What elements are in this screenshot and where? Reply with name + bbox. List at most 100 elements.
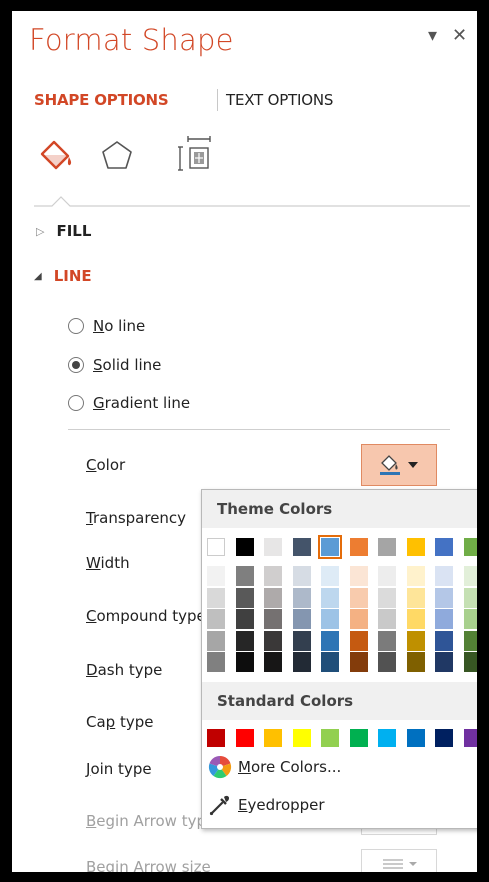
- theme-shade-swatch[interactable]: [321, 587, 339, 608]
- theme-shade-swatch[interactable]: [264, 587, 282, 608]
- theme-shade-swatch[interactable]: [435, 652, 453, 672]
- theme-shade-swatch[interactable]: [463, 609, 477, 629]
- theme-shade-swatch[interactable]: [349, 587, 368, 608]
- theme-shade-swatch[interactable]: [292, 652, 311, 672]
- theme-shade-swatch[interactable]: [264, 566, 282, 586]
- theme-shade-swatch[interactable]: [207, 609, 225, 629]
- theme-shade-swatch[interactable]: [207, 587, 225, 608]
- radio-gradient-line[interactable]: Gradient line: [68, 394, 190, 412]
- theme-shade-swatch[interactable]: [463, 587, 477, 608]
- fill-bucket-icon[interactable]: [38, 139, 74, 175]
- begin-arrow-size-button[interactable]: [361, 849, 437, 872]
- size-properties-icon[interactable]: [178, 135, 212, 177]
- eyedropper-menu-item[interactable]: Eyedropper: [208, 793, 325, 817]
- standard-color-swatch[interactable]: [463, 729, 477, 747]
- standard-color-swatch[interactable]: [292, 729, 311, 747]
- theme-shade-swatch[interactable]: [207, 566, 225, 586]
- tab-text-options[interactable]: TEXT OPTIONS: [226, 91, 333, 109]
- theme-shade-swatch[interactable]: [406, 566, 425, 586]
- format-shape-pane: Format Shape ▾ ✕ SHAPE OPTIONS TEXT OPTI…: [12, 11, 477, 872]
- theme-shade-swatch[interactable]: [435, 630, 453, 651]
- more-colors-label: More Colors...: [238, 758, 342, 776]
- radio-button[interactable]: [68, 395, 84, 411]
- theme-shade-swatch[interactable]: [264, 609, 282, 629]
- theme-shade-swatch[interactable]: [378, 630, 396, 651]
- width-label: Width: [86, 554, 130, 572]
- dash-type-label: Dash type: [86, 661, 163, 679]
- theme-shade-swatch[interactable]: [349, 652, 368, 672]
- theme-shade-swatch[interactable]: [292, 609, 311, 629]
- theme-color-swatch[interactable]: [318, 535, 342, 559]
- theme-shade-swatch[interactable]: [235, 609, 254, 629]
- standard-color-swatch[interactable]: [235, 729, 254, 747]
- pentagon-icon[interactable]: [100, 139, 134, 175]
- theme-shade-swatch[interactable]: [321, 630, 339, 651]
- standard-color-swatch[interactable]: [435, 729, 453, 747]
- standard-color-swatch[interactable]: [207, 729, 225, 747]
- theme-shade-swatch[interactable]: [264, 652, 282, 672]
- theme-shade-swatch[interactable]: [292, 587, 311, 608]
- theme-shade-swatch[interactable]: [321, 609, 339, 629]
- more-colors-menu-item[interactable]: More Colors...: [208, 755, 341, 779]
- theme-shade-swatch[interactable]: [435, 609, 453, 629]
- theme-shade-swatch[interactable]: [235, 630, 254, 651]
- theme-color-swatch[interactable]: [378, 538, 396, 556]
- theme-shade-swatch[interactable]: [463, 630, 477, 651]
- theme-color-swatch[interactable]: [463, 538, 477, 556]
- theme-shade-swatch[interactable]: [349, 566, 368, 586]
- theme-shade-swatch[interactable]: [264, 630, 282, 651]
- theme-color-swatch[interactable]: [264, 538, 282, 556]
- theme-shade-swatch[interactable]: [292, 630, 311, 651]
- theme-colors-heading: Theme Colors: [202, 490, 477, 528]
- theme-color-swatch[interactable]: [349, 538, 368, 556]
- standard-color-swatch[interactable]: [321, 729, 339, 747]
- theme-shade-swatch[interactable]: [235, 652, 254, 672]
- theme-shade-swatch[interactable]: [406, 652, 425, 672]
- theme-color-swatch[interactable]: [435, 538, 453, 556]
- theme-shade-swatch[interactable]: [406, 630, 425, 651]
- theme-shade-swatch[interactable]: [321, 566, 339, 586]
- join-type-label: Join type: [86, 760, 152, 778]
- close-icon[interactable]: ✕: [452, 25, 467, 46]
- theme-shade-swatch[interactable]: [406, 587, 425, 608]
- section-line[interactable]: ◢ LINE: [34, 267, 92, 285]
- theme-shade-swatch[interactable]: [406, 609, 425, 629]
- theme-color-swatch[interactable]: [292, 538, 311, 556]
- theme-shade-swatch[interactable]: [378, 652, 396, 672]
- color-dropdown-button[interactable]: [361, 444, 437, 486]
- theme-shade-swatch[interactable]: [349, 609, 368, 629]
- theme-shade-swatch[interactable]: [378, 566, 396, 586]
- theme-shade-swatch[interactable]: [235, 587, 254, 608]
- standard-color-swatch[interactable]: [349, 729, 368, 747]
- theme-shade-swatch[interactable]: [435, 587, 453, 608]
- tab-shape-options[interactable]: SHAPE OPTIONS: [34, 91, 169, 109]
- radio-no-line[interactable]: No line: [68, 317, 145, 335]
- pane-options-dropdown-icon[interactable]: ▾: [428, 25, 437, 46]
- theme-shade-swatch[interactable]: [321, 652, 339, 672]
- theme-color-swatch[interactable]: [207, 538, 225, 556]
- color-picker-dropdown: Theme Colors Standard Colors More Colors…: [201, 489, 477, 829]
- theme-shade-swatch[interactable]: [235, 566, 254, 586]
- section-fill[interactable]: ▷ FILL: [36, 222, 91, 240]
- theme-color-swatch[interactable]: [406, 538, 425, 556]
- color-label: Color: [86, 456, 126, 474]
- theme-shade-swatch[interactable]: [207, 630, 225, 651]
- radio-button[interactable]: [68, 318, 84, 334]
- theme-shade-swatch[interactable]: [463, 652, 477, 672]
- standard-color-swatch[interactable]: [378, 729, 396, 747]
- theme-shade-swatch[interactable]: [378, 587, 396, 608]
- radio-label: No line: [93, 317, 146, 335]
- theme-shade-swatch[interactable]: [349, 630, 368, 651]
- section-fill-label: FILL: [56, 222, 92, 240]
- theme-shade-swatch[interactable]: [207, 652, 225, 672]
- radio-button-selected[interactable]: [68, 357, 84, 373]
- theme-shade-swatch[interactable]: [292, 566, 311, 586]
- theme-shade-swatch[interactable]: [435, 566, 453, 586]
- radio-solid-line[interactable]: Solid line: [68, 356, 161, 374]
- standard-color-swatch[interactable]: [406, 729, 425, 747]
- theme-color-swatch[interactable]: [235, 538, 254, 556]
- standard-color-swatch[interactable]: [264, 729, 282, 747]
- section-line-label: LINE: [53, 267, 92, 285]
- theme-shade-swatch[interactable]: [378, 609, 396, 629]
- theme-shade-swatch[interactable]: [463, 566, 477, 586]
